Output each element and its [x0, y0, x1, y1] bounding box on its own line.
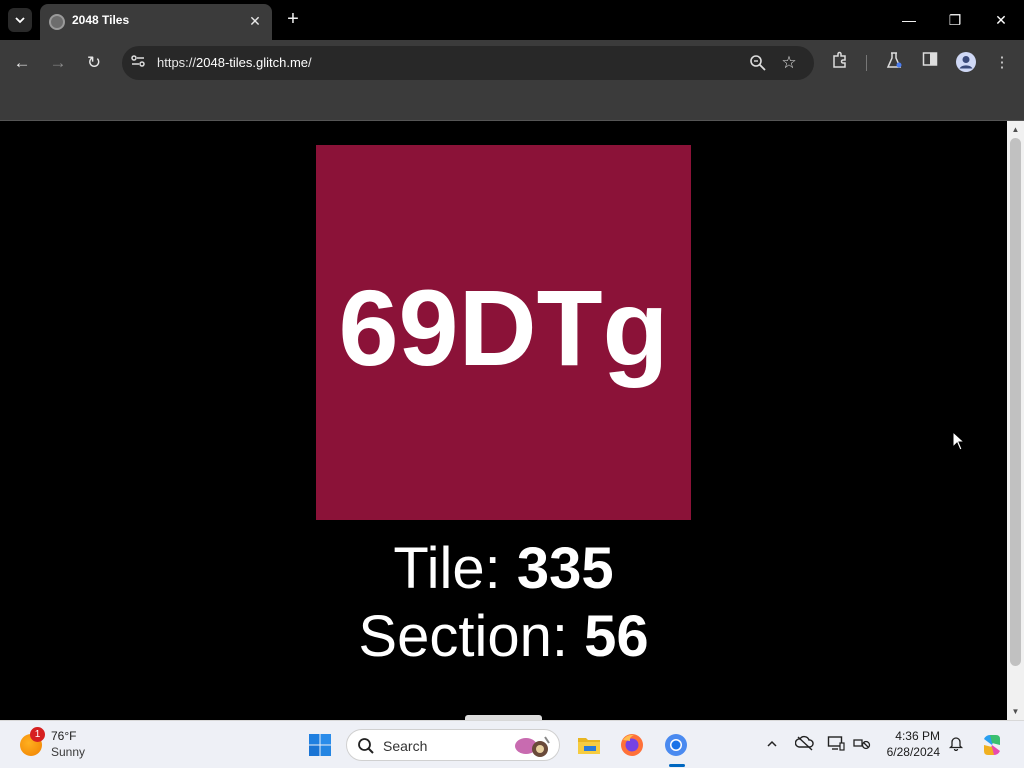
tab-title: 2048 Tiles [72, 13, 130, 27]
tile-code: 69DTg [338, 267, 669, 388]
tile-number: 335 [516, 536, 614, 601]
tile-label: Tile: [393, 536, 517, 601]
extensions-icon[interactable] [828, 51, 852, 75]
section-number-line: Section: 56 [0, 603, 1007, 670]
zoom-icon[interactable] [748, 53, 768, 73]
copilot-icon[interactable] [980, 733, 1004, 757]
toolbar-divider [866, 55, 867, 71]
network-volume-icon[interactable] [852, 735, 872, 755]
url-text: https://2048-tiles.glitch.me/ [157, 55, 312, 70]
weather-notification-badge: 1 [30, 727, 45, 742]
page-viewport: 69DTg Tile: 335 Section: 56 [0, 121, 1007, 720]
forward-button[interactable]: → [45, 50, 71, 76]
bookmark-star-icon[interactable]: ☆ [778, 52, 800, 74]
restore-button[interactable]: ❐ [943, 8, 967, 32]
active-app-indicator [669, 764, 685, 767]
url-scheme: https:// [157, 55, 197, 70]
back-button[interactable]: ← [9, 50, 35, 76]
search-icon [358, 738, 374, 754]
vertical-scrollbar[interactable]: ▲ ▼ [1007, 121, 1024, 720]
site-settings-icon[interactable] [128, 53, 148, 73]
profile-avatar-icon[interactable] [954, 51, 978, 75]
browser-menu-icon[interactable]: ⋮ [990, 51, 1014, 75]
section-label: Section: [358, 604, 585, 669]
weather-temperature[interactable]: 76°F [51, 729, 76, 743]
bookmarks-bar [0, 86, 1024, 121]
mouse-cursor-icon [952, 431, 966, 451]
chevron-down-icon [15, 17, 25, 24]
tile-square: 69DTg [316, 145, 691, 520]
windows-taskbar: 1 76°F Sunny Search 4:36 PM 6/28/2024 [0, 720, 1024, 768]
url-host: 2048-tiles.glitch.me [196, 55, 309, 70]
windows-start-icon[interactable] [308, 733, 332, 757]
search-label: Search [383, 738, 428, 754]
reload-button[interactable]: ↻ [81, 50, 107, 76]
clock-time[interactable]: 4:36 PM [880, 729, 940, 743]
chrome-icon[interactable] [662, 731, 690, 759]
scroll-down-arrow-icon[interactable]: ▼ [1007, 703, 1024, 720]
labs-flask-icon[interactable] [882, 51, 906, 75]
taskbar-search-box[interactable]: Search [346, 729, 560, 761]
section-number: 56 [584, 604, 649, 669]
tile-number-line: Tile: 335 [0, 535, 1007, 602]
clock-date[interactable]: 6/28/2024 [872, 745, 940, 759]
show-hidden-icons-chevron-icon[interactable] [762, 735, 782, 755]
globe-icon [49, 14, 65, 30]
tab-search-button[interactable] [8, 8, 32, 32]
scroll-thumb[interactable] [1010, 138, 1021, 666]
tab-strip: 2048 Tiles ✕ + — ❐ ✕ [0, 0, 1024, 40]
tab-active[interactable]: 2048 Tiles ✕ [40, 4, 272, 40]
onedrive-offline-icon[interactable] [794, 735, 815, 755]
close-window-button[interactable]: ✕ [989, 8, 1013, 32]
address-bar[interactable]: https://2048-tiles.glitch.me/ ☆ [122, 46, 814, 80]
search-highlight-illustration-icon [515, 736, 550, 757]
browser-toolbar: ← → ↻ https://2048-tiles.glitch.me/ ☆ ⋮ [0, 40, 1024, 86]
firefox-icon[interactable] [618, 731, 646, 759]
side-panel-icon[interactable] [918, 51, 942, 75]
minimize-button[interactable]: — [897, 8, 921, 32]
scroll-up-arrow-icon[interactable]: ▲ [1007, 121, 1024, 138]
new-tab-button[interactable]: + [282, 8, 304, 30]
notification-bell-icon[interactable] [946, 735, 966, 755]
tab-close-icon[interactable]: ✕ [246, 12, 264, 30]
weather-condition[interactable]: Sunny [51, 745, 85, 759]
url-path: / [308, 55, 312, 70]
file-explorer-icon[interactable] [575, 731, 603, 759]
display-icon[interactable] [826, 735, 846, 755]
